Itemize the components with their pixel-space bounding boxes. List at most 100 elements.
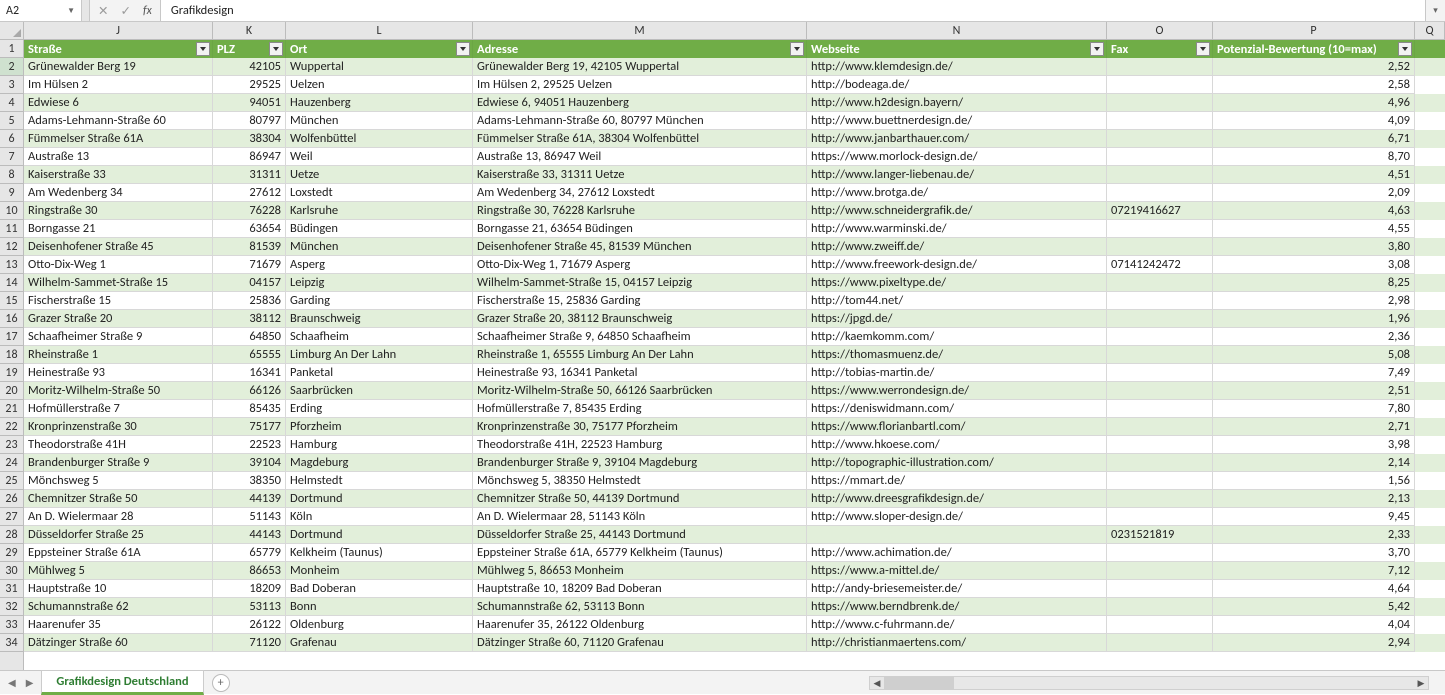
cell[interactable]: 6,71 [1213, 130, 1415, 148]
cell[interactable]: 0231521819 [1107, 526, 1213, 544]
table-row[interactable]: Kaiserstraße 3331311UetzeKaiserstraße 33… [24, 166, 1445, 184]
cell[interactable]: https://www.florianbartl.com/ [807, 418, 1107, 436]
row-header[interactable]: 32 [0, 598, 23, 616]
cell[interactable] [1107, 148, 1213, 166]
cell[interactable]: 3,70 [1213, 544, 1415, 562]
cell[interactable]: Hamburg [286, 436, 473, 454]
cell[interactable]: 2,94 [1213, 634, 1415, 652]
row-header[interactable]: 3 [0, 76, 23, 94]
cell[interactable]: Deisenhofener Straße 45 [24, 238, 213, 256]
table-row[interactable]: Chemnitzer Straße 5044139DortmundChemnit… [24, 490, 1445, 508]
cell[interactable]: 25836 [213, 292, 286, 310]
cell[interactable]: Uelzen [286, 76, 473, 94]
row-header[interactable]: 26 [0, 490, 23, 508]
table-row[interactable]: Edwiese 694051HauzenbergEdwiese 6, 94051… [24, 94, 1445, 112]
cell[interactable]: Leipzig [286, 274, 473, 292]
cell[interactable]: 39104 [213, 454, 286, 472]
cell[interactable]: https://mmart.de/ [807, 472, 1107, 490]
cell[interactable]: http://andy-briesemeister.de/ [807, 580, 1107, 598]
cell[interactable]: Haarenufer 35, 26122 Oldenburg [473, 616, 807, 634]
cell[interactable]: Pforzheim [286, 418, 473, 436]
cell[interactable]: 44139 [213, 490, 286, 508]
row-header[interactable]: 20 [0, 382, 23, 400]
cell[interactable]: Mönchsweg 5, 38350 Helmstedt [473, 472, 807, 490]
cell[interactable]: http://tom44.net/ [807, 292, 1107, 310]
cell[interactable]: 51143 [213, 508, 286, 526]
cell[interactable]: 7,12 [1213, 562, 1415, 580]
cell[interactable]: An D. Wielermaar 28 [24, 508, 213, 526]
table-row[interactable]: Fümmelser Straße 61A38304WolfenbüttelFüm… [24, 130, 1445, 148]
select-all-corner[interactable] [0, 22, 24, 40]
cell[interactable]: Düsseldorfer Straße 25 [24, 526, 213, 544]
cell[interactable]: 1,96 [1213, 310, 1415, 328]
cell[interactable]: Wilhelm-Sammet-Straße 15, 04157 Leipzig [473, 274, 807, 292]
cell[interactable]: Grafenau [286, 634, 473, 652]
cell[interactable] [1107, 454, 1213, 472]
header-fax[interactable]: Fax [1107, 40, 1213, 58]
table-row[interactable]: Borngasse 2163654BüdingenBorngasse 21, 6… [24, 220, 1445, 238]
cell[interactable]: http://www.schneidergrafik.de/ [807, 202, 1107, 220]
cell[interactable] [1107, 220, 1213, 238]
cell[interactable]: 26122 [213, 616, 286, 634]
cell[interactable] [1107, 364, 1213, 382]
cell[interactable]: http://www.warminski.de/ [807, 220, 1107, 238]
cell[interactable]: 9,45 [1213, 508, 1415, 526]
cell[interactable]: http://www.freework-design.de/ [807, 256, 1107, 274]
cell[interactable]: https://thomasmuenz.de/ [807, 346, 1107, 364]
filter-icon[interactable] [1090, 42, 1104, 56]
column-header[interactable]: L [286, 22, 473, 39]
cell[interactable]: 65779 [213, 544, 286, 562]
column-header[interactable]: Q [1415, 22, 1445, 39]
table-row[interactable]: Mönchsweg 538350HelmstedtMönchsweg 5, 38… [24, 472, 1445, 490]
cell[interactable] [1107, 490, 1213, 508]
cell[interactable]: Theodorstraße 41H, 22523 Hamburg [473, 436, 807, 454]
cell[interactable]: Kronprinzenstraße 30 [24, 418, 213, 436]
cell[interactable]: http://tobias-martin.de/ [807, 364, 1107, 382]
row-header[interactable]: 18 [0, 346, 23, 364]
cell[interactable]: 5,08 [1213, 346, 1415, 364]
cell[interactable]: München [286, 238, 473, 256]
cell[interactable]: 2,71 [1213, 418, 1415, 436]
cell[interactable]: Deisenhofener Straße 45, 81539 München [473, 238, 807, 256]
cell[interactable]: 4,55 [1213, 220, 1415, 238]
cell[interactable]: 80797 [213, 112, 286, 130]
header-ort[interactable]: Ort [286, 40, 473, 58]
cell[interactable]: 4,51 [1213, 166, 1415, 184]
cell[interactable]: Loxstedt [286, 184, 473, 202]
filter-icon[interactable] [1398, 42, 1412, 56]
cell[interactable]: Monheim [286, 562, 473, 580]
cell[interactable]: Asperg [286, 256, 473, 274]
table-row[interactable]: Adams-Lehmann-Straße 6080797MünchenAdams… [24, 112, 1445, 130]
cell[interactable]: Am Wedenberg 34, 27612 Loxstedt [473, 184, 807, 202]
cell[interactable]: http://bodeaga.de/ [807, 76, 1107, 94]
cell[interactable]: 2,33 [1213, 526, 1415, 544]
row-header[interactable]: 15 [0, 292, 23, 310]
cell[interactable] [1107, 580, 1213, 598]
cell[interactable]: 16341 [213, 364, 286, 382]
cell[interactable] [1107, 508, 1213, 526]
row-header[interactable]: 6 [0, 130, 23, 148]
cell[interactable] [1107, 472, 1213, 490]
table-row[interactable]: Im Hülsen 229525UelzenIm Hülsen 2, 29525… [24, 76, 1445, 94]
cell[interactable]: Limburg An Der Lahn [286, 346, 473, 364]
cell[interactable]: 07219416627 [1107, 202, 1213, 220]
row-header[interactable]: 17 [0, 328, 23, 346]
cell[interactable]: Düsseldorfer Straße 25, 44143 Dortmund [473, 526, 807, 544]
cell[interactable]: Wolfenbüttel [286, 130, 473, 148]
cell[interactable]: Mühlweg 5, 86653 Monheim [473, 562, 807, 580]
cell[interactable]: http://www.dreesgrafikdesign.de/ [807, 490, 1107, 508]
column-header[interactable]: P [1213, 22, 1415, 39]
cell[interactable]: 94051 [213, 94, 286, 112]
cell[interactable]: Im Hülsen 2 [24, 76, 213, 94]
cell[interactable] [1107, 436, 1213, 454]
cell[interactable]: 38112 [213, 310, 286, 328]
cell[interactable] [1107, 274, 1213, 292]
cell[interactable]: Kaiserstraße 33, 31311 Uetze [473, 166, 807, 184]
cell[interactable]: 4,04 [1213, 616, 1415, 634]
cell[interactable]: 85435 [213, 400, 286, 418]
cell[interactable]: Schaafheim [286, 328, 473, 346]
scroll-right-icon[interactable]: ▶ [1414, 677, 1428, 689]
formula-input[interactable]: Grafikdesign [161, 0, 1425, 21]
cell[interactable]: Rheinstraße 1, 65555 Limburg An Der Lahn [473, 346, 807, 364]
cell[interactable]: Borngasse 21, 63654 Büdingen [473, 220, 807, 238]
